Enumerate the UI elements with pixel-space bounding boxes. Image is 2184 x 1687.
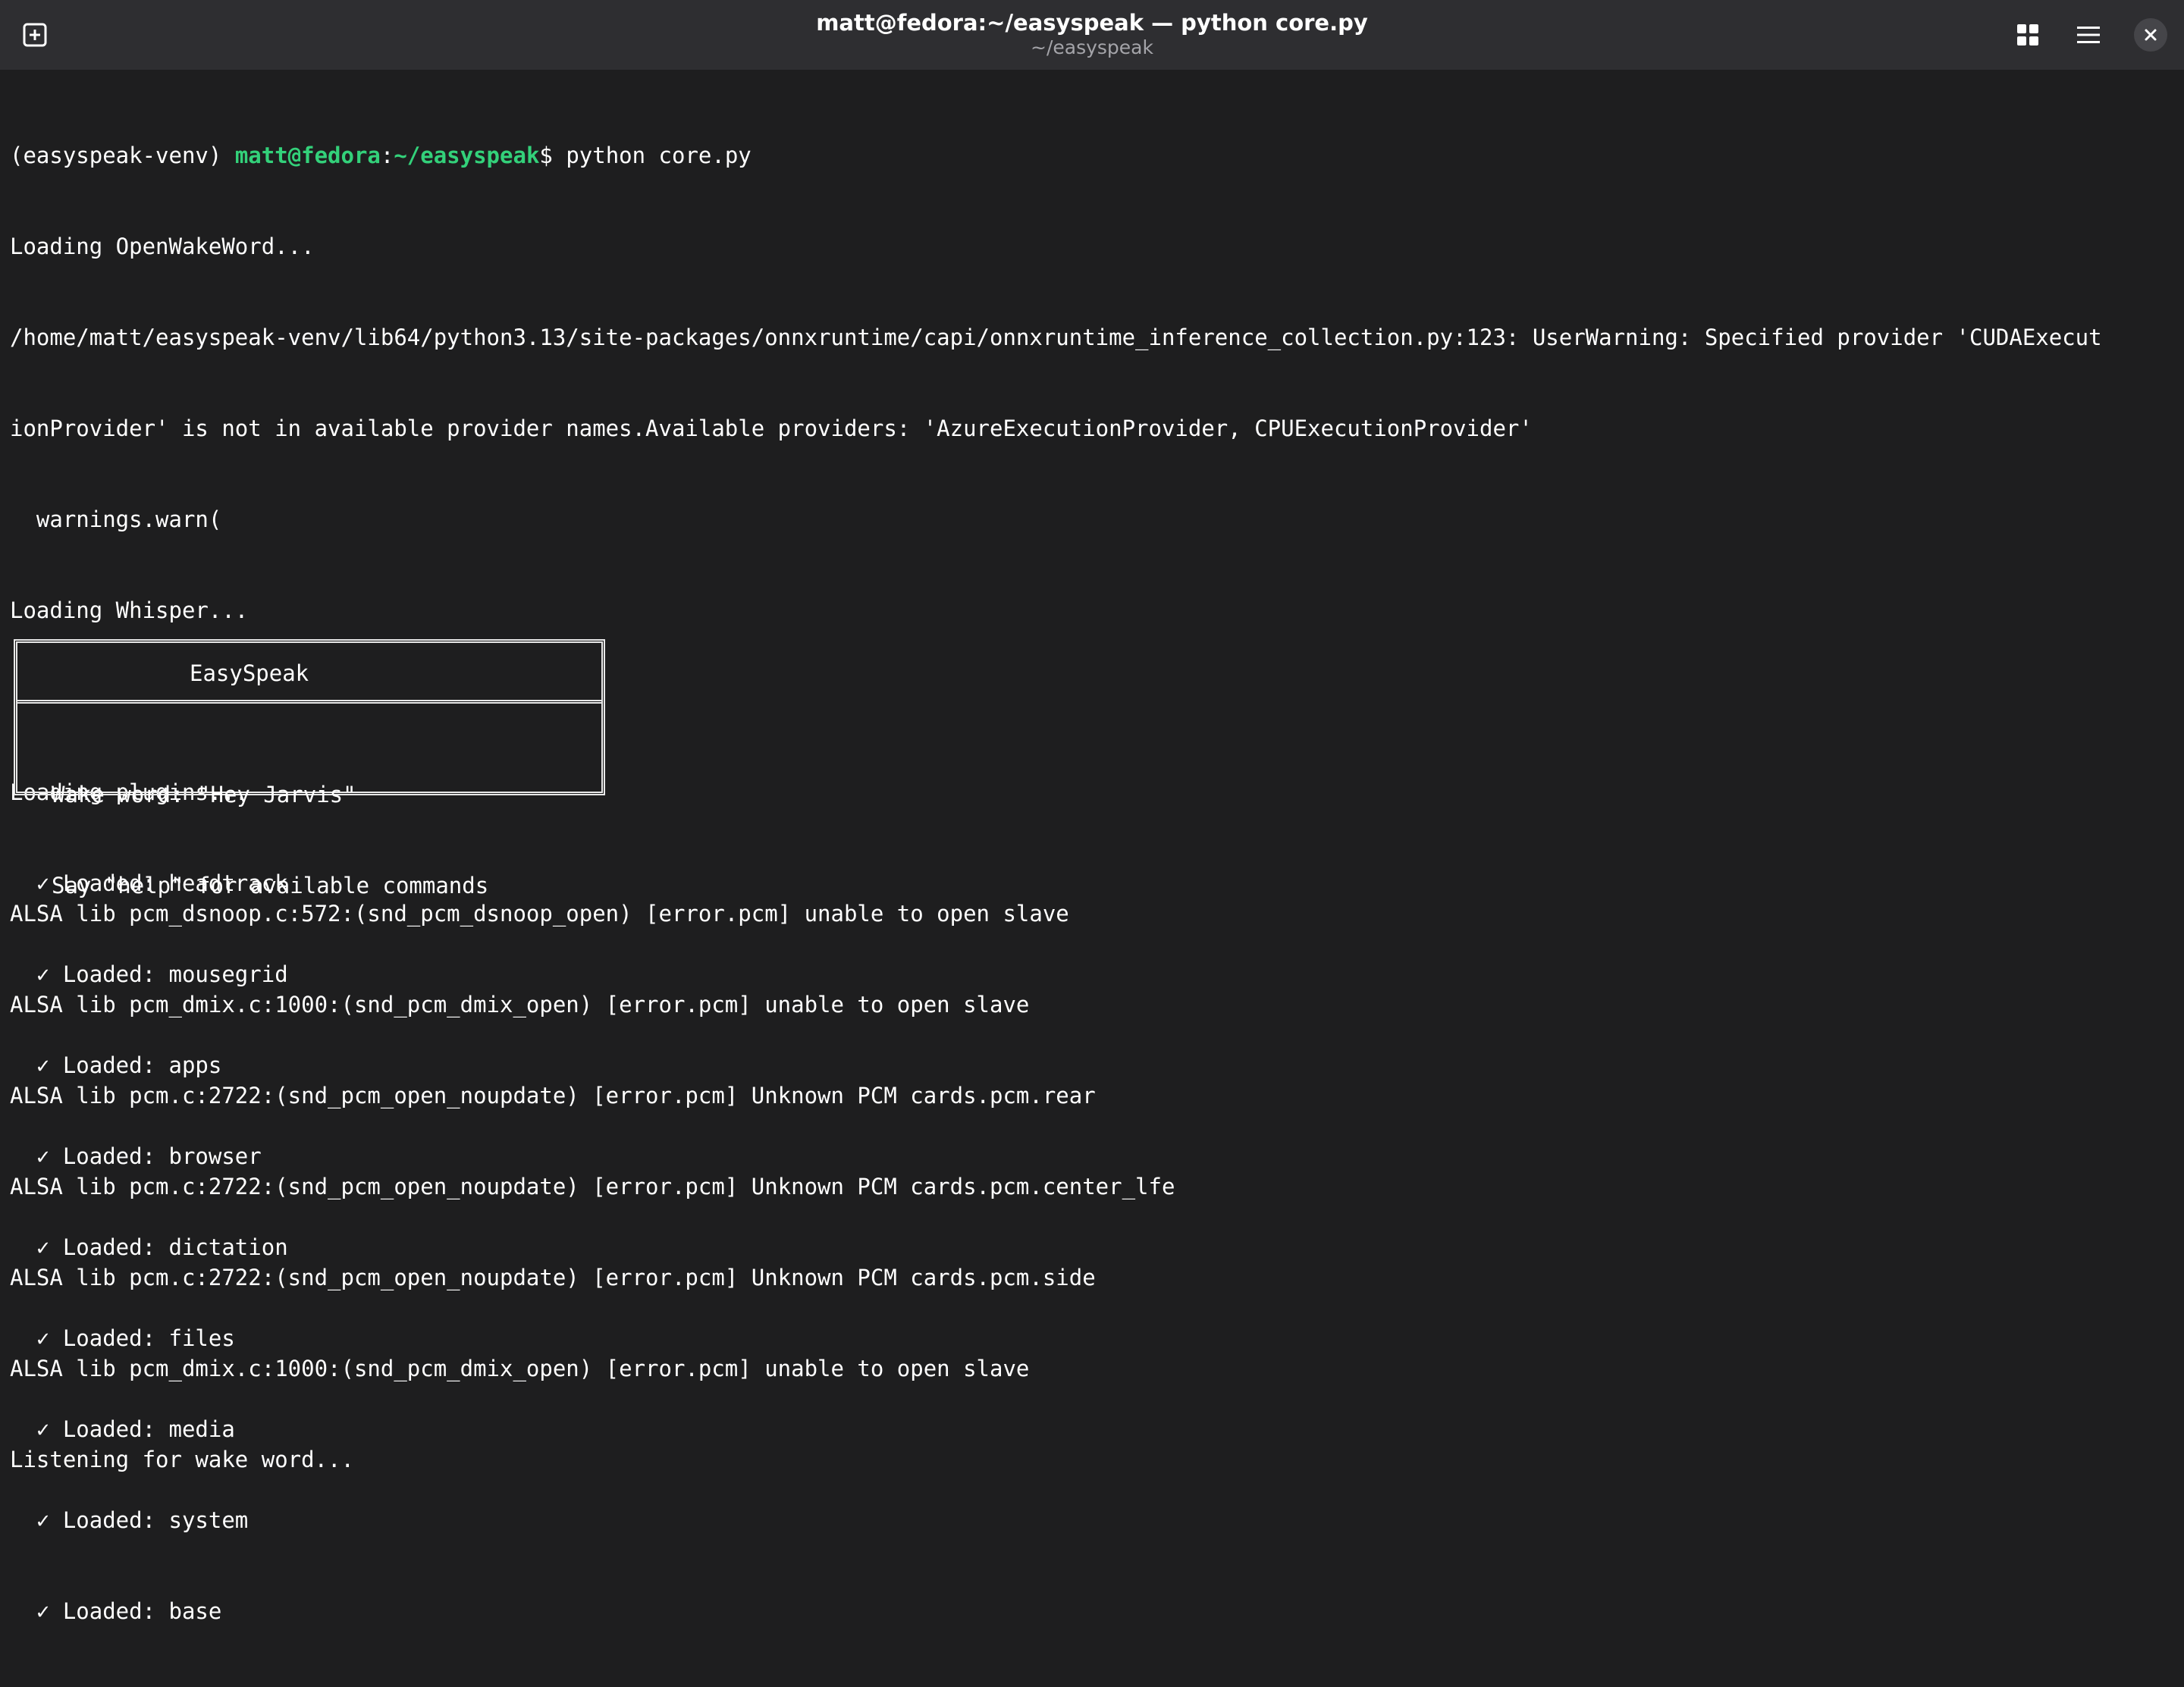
easyspeak-banner: EasySpeak Wake word: "Hey Jarvis" Say "h…	[14, 639, 605, 898]
banner-title: EasySpeak	[190, 660, 309, 686]
prompt-path: ~/easyspeak	[394, 143, 540, 168]
alsa-error-line: ALSA lib pcm_dmix.c:1000:(snd_pcm_dmix_o…	[10, 992, 1030, 1018]
window-subtitle: ~/easyspeak	[1031, 36, 1153, 58]
venv-label: (easyspeak-venv)	[10, 143, 235, 168]
warning-line: /home/matt/easyspeak-venv/lib64/python3.…	[10, 325, 2102, 350]
prompt-line: (easyspeak-venv) matt@fedora:~/easyspeak…	[10, 140, 2175, 171]
new-tab-button[interactable]	[18, 18, 52, 52]
alsa-error-line: ALSA lib pcm.c:2722:(snd_pcm_open_noupda…	[10, 1083, 1096, 1108]
prompt-dollar: $	[539, 143, 566, 168]
tab-overview-button[interactable]	[2011, 18, 2044, 52]
wake-word-line: Wake word: "Hey Jarvis"	[52, 782, 356, 807]
alsa-error-line: ALSA lib pcm_dsnoop.c:572:(snd_pcm_dsnoo…	[10, 901, 1069, 927]
output-line: Loading OpenWakeWord...	[10, 234, 315, 259]
main-menu-button[interactable]	[2070, 18, 2107, 52]
new-tab-icon	[23, 23, 47, 47]
output-line: Loading Whisper...	[10, 597, 249, 623]
banner-title-row: EasySpeak	[17, 643, 601, 704]
alsa-error-line: ALSA lib pcm.c:2722:(snd_pcm_open_noupda…	[10, 1265, 1096, 1290]
listening-line: Listening for wake word...	[10, 1447, 354, 1472]
alsa-error-line: ALSA lib pcm.c:2722:(snd_pcm_open_noupda…	[10, 1174, 1175, 1199]
alsa-output: ALSA lib pcm_dsnoop.c:572:(snd_pcm_dsnoo…	[10, 838, 1175, 1535]
terminal-window: matt@fedora:~/easyspeak — python core.py…	[0, 0, 2184, 1624]
prompt-user-host: matt@fedora	[234, 143, 381, 168]
grid-icon	[2017, 24, 2038, 45]
prompt-command: python core.py	[566, 143, 752, 168]
warning-line: ionProvider' is not in available provide…	[10, 415, 1533, 441]
close-button[interactable]	[2134, 18, 2167, 52]
prompt-colon: :	[380, 143, 394, 168]
close-icon	[2145, 29, 2157, 41]
hamburger-menu-icon	[2077, 27, 2100, 43]
title-area: matt@fedora:~/easyspeak — python core.py…	[0, 0, 2184, 70]
header-bar: matt@fedora:~/easyspeak — python core.py…	[0, 0, 2184, 70]
plugin-line: ✓ Loaded: base	[10, 1598, 222, 1624]
alsa-error-line: ALSA lib pcm_dmix.c:1000:(snd_pcm_dmix_o…	[10, 1356, 1030, 1381]
output-line: warnings.warn(	[10, 506, 222, 532]
window-title: matt@fedora:~/easyspeak — python core.py	[816, 10, 1368, 36]
